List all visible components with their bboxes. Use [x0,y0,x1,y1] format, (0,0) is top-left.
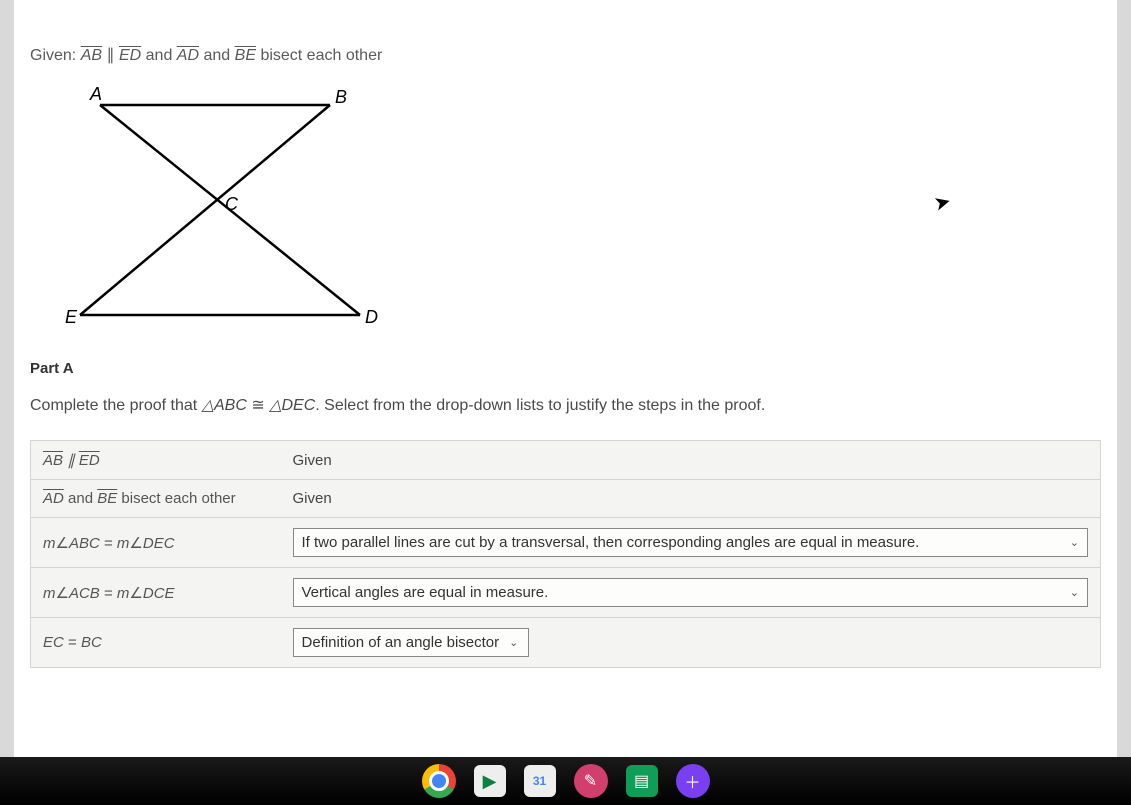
draw-icon[interactable]: ✎ [574,764,608,798]
sheets-icon[interactable]: ▤ [626,765,658,797]
meet-icon[interactable]: ▶ [474,765,506,797]
table-row: AD and BE bisect each other Given [31,480,1101,518]
statement-cell: EC = BC [31,618,281,668]
dropdown-value: Definition of an angle bisector [302,634,500,651]
taskbar: ▶ 31 ✎ ▤ ＋ [0,757,1131,805]
add-icon[interactable]: ＋ [676,764,710,798]
label-b: B [335,87,347,107]
table-row: mACB = mDCE Vertical angles are equal in… [31,568,1101,618]
label-c: C [225,194,239,214]
chrome-icon[interactable] [422,764,456,798]
statement-cell: AD and BE bisect each other [31,480,281,518]
proof-table: AB ∥ ED Given AD and BE bisect each othe… [30,440,1101,668]
chevron-down-icon: ⌄ [509,636,518,649]
given-suffix: bisect each other [260,47,382,64]
instruction-text: Complete the proof that △ABC ≅ △DEC. Sel… [30,395,1101,415]
segment-be: BE [235,47,256,64]
problem-content: Given: AB ∥ ED and AD and BE bisect each… [0,0,1131,668]
instruction-prefix: Complete the proof that [30,397,197,414]
instruction-suffix: . Select from the drop-down lists to jus… [315,397,765,414]
statement-cell: mACB = mDCE [31,568,281,618]
chevron-down-icon: ⌄ [1070,536,1079,549]
label-a: A [89,85,102,104]
text-and: and [203,47,230,64]
reason-cell: Given [281,480,1101,518]
table-row: EC = BC Definition of an angle bisector … [31,618,1101,668]
segment-ed: ED [119,47,141,64]
text-and: and [146,47,173,64]
statement-cell: mABC = mDEC [31,518,281,568]
triangle-dec: △DEC [269,397,315,414]
reason-dropdown[interactable]: If two parallel lines are cut by a trans… [293,528,1089,557]
given-prefix: Given: [30,47,76,64]
part-a-label: Part A [30,360,1101,377]
segment-ab: AB [81,47,102,64]
label-d: D [365,307,378,327]
reason-cell: Vertical angles are equal in measure. ⌄ [281,568,1101,618]
chevron-down-icon: ⌄ [1070,586,1079,599]
triangle-abc: △ABC [202,397,247,414]
reason-dropdown[interactable]: Vertical angles are equal in measure. ⌄ [293,578,1089,607]
reason-cell: If two parallel lines are cut by a trans… [281,518,1101,568]
congruent-symbol: ≅ [251,397,264,414]
reason-dropdown[interactable]: Definition of an angle bisector ⌄ [293,628,530,657]
reason-cell: Definition of an angle bisector ⌄ [281,618,1101,668]
dropdown-value: If two parallel lines are cut by a trans… [302,534,920,551]
statement-cell: AB ∥ ED [31,441,281,480]
label-e: E [65,307,78,327]
calendar-icon[interactable]: 31 [524,765,556,797]
parallel-symbol: ∥ [107,47,115,64]
given-statement: Given: AB ∥ ED and AD and BE bisect each… [30,45,1101,65]
segment-ad: AD [177,47,199,64]
dropdown-value: Vertical angles are equal in measure. [302,584,549,601]
reason-cell: Given [281,441,1101,480]
table-row: mABC = mDEC If two parallel lines are cu… [31,518,1101,568]
table-row: AB ∥ ED Given [31,441,1101,480]
